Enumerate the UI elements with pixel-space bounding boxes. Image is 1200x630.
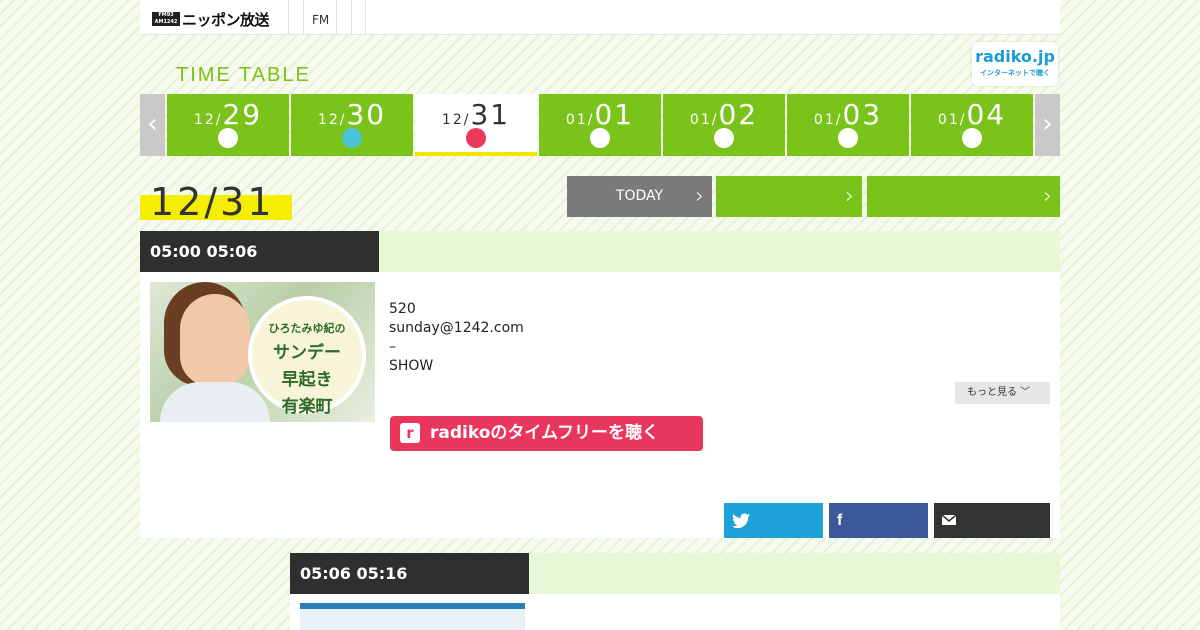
program-time-bar: 05:06 05:16 bbox=[290, 553, 1060, 594]
site-logo[interactable]: FM93 AM1242 ニッポン放送 bbox=[152, 10, 270, 29]
date-month: 01/ bbox=[689, 112, 719, 128]
date-day: 02 bbox=[718, 98, 759, 131]
radiko-sub: インターネットで聴く bbox=[980, 69, 1050, 77]
date-month: 01/ bbox=[565, 112, 595, 128]
mail-share-button[interactable] bbox=[934, 503, 1050, 538]
radiko-logo: radiko.jp bbox=[975, 47, 1055, 66]
today-button[interactable]: TODAY › bbox=[567, 176, 712, 217]
info-line: SHOW bbox=[389, 358, 434, 374]
status-dot bbox=[714, 128, 734, 148]
radiko-badge[interactable]: radiko.jp インターネットで聴く bbox=[972, 42, 1058, 86]
program-time: 05:06 05:16 bbox=[290, 553, 529, 594]
facebook-share-button[interactable]: f bbox=[829, 503, 928, 538]
status-dot bbox=[838, 128, 858, 148]
date-day: 29 bbox=[222, 98, 263, 131]
status-dot bbox=[962, 128, 982, 148]
mail-icon bbox=[941, 514, 957, 525]
date-tab[interactable]: 01/04 bbox=[911, 94, 1033, 156]
date-month: 12/ bbox=[441, 112, 471, 128]
date-month: 01/ bbox=[937, 112, 967, 128]
current-date: 12/31 bbox=[150, 180, 275, 224]
radiko-timefree-label: radikoのタイムフリーを聴く bbox=[430, 423, 660, 443]
date-day: 04 bbox=[966, 98, 1007, 131]
logo-text-small: ひろたみゆ紀の bbox=[268, 322, 346, 335]
chevron-right-icon: › bbox=[845, 184, 854, 209]
more-button[interactable]: もっと見る ﹀ bbox=[955, 382, 1050, 404]
next-week-button[interactable]: › bbox=[1035, 94, 1060, 156]
info-line: 520 bbox=[389, 301, 416, 317]
logo-mark: FM93 AM1242 bbox=[152, 12, 180, 26]
program-card bbox=[290, 594, 1060, 630]
radiko-icon: r bbox=[400, 423, 420, 443]
top-bar: FM93 AM1242 ニッポン放送 FM bbox=[140, 0, 1060, 35]
status-dot bbox=[218, 128, 238, 148]
status-dot bbox=[590, 128, 610, 148]
info-email[interactable]: sunday@1242.com bbox=[389, 319, 524, 338]
program-time-bar: 05:00 05:06 bbox=[140, 231, 1060, 272]
date-tab[interactable]: 01/02 bbox=[663, 94, 785, 156]
date-day: 30 bbox=[346, 98, 387, 131]
chevron-right-icon: › bbox=[1043, 184, 1052, 209]
date-tab[interactable]: 12/30 bbox=[291, 94, 413, 156]
program-logo-circle: ひろたみゆ紀の サンデー 早起き 有楽町 bbox=[248, 296, 366, 417]
program-info: 520 sunday@1242.com – SHOW bbox=[389, 300, 524, 376]
program-thumbnail[interactable] bbox=[300, 603, 525, 630]
logo-text-large: 早起き bbox=[281, 370, 333, 390]
program-card: ひろたみゆ紀の サンデー 早起き 有楽町 520 sunday@1242.com… bbox=[140, 272, 1060, 538]
nav-button[interactable]: › bbox=[716, 176, 862, 217]
nav-fm[interactable]: FM bbox=[312, 13, 329, 27]
date-month: 12/ bbox=[193, 112, 223, 128]
logo-text: ニッポン放送 bbox=[182, 10, 270, 29]
divider bbox=[336, 0, 337, 35]
timetable-title: TIME TABLE bbox=[176, 64, 311, 86]
prev-week-button[interactable]: ‹ bbox=[140, 94, 165, 156]
date-tab-active[interactable]: 12/31 bbox=[415, 94, 537, 156]
logo-text-large: サンデー bbox=[273, 343, 341, 363]
date-tab[interactable]: 01/03 bbox=[787, 94, 909, 156]
divider bbox=[303, 0, 304, 35]
twitter-icon bbox=[732, 513, 750, 529]
date-tab[interactable]: 01/01 bbox=[539, 94, 661, 156]
radiko-timefree-button[interactable]: r radikoのタイムフリーを聴く bbox=[390, 416, 703, 451]
facebook-icon: f bbox=[837, 512, 843, 529]
twitter-share-button[interactable] bbox=[724, 503, 823, 538]
nav-button[interactable]: › bbox=[867, 176, 1060, 217]
program-thumbnail[interactable]: ひろたみゆ紀の サンデー 早起き 有楽町 bbox=[150, 282, 375, 422]
logo-text-large: 有楽町 bbox=[281, 397, 333, 417]
divider bbox=[365, 0, 366, 35]
status-dot bbox=[466, 128, 486, 148]
host-photo bbox=[180, 294, 250, 386]
date-day: 31 bbox=[470, 98, 511, 131]
status-dot bbox=[342, 128, 362, 148]
date-tab[interactable]: 12/29 bbox=[167, 94, 289, 156]
chevron-right-icon: › bbox=[695, 184, 704, 209]
date-month: 01/ bbox=[813, 112, 843, 128]
today-label: TODAY bbox=[615, 188, 664, 204]
date-day: 01 bbox=[594, 98, 635, 131]
date-month: 12/ bbox=[317, 112, 347, 128]
divider bbox=[288, 0, 289, 35]
divider bbox=[351, 0, 352, 35]
program-time: 05:00 05:06 bbox=[140, 231, 379, 272]
info-line: – bbox=[389, 339, 396, 355]
date-day: 03 bbox=[842, 98, 883, 131]
